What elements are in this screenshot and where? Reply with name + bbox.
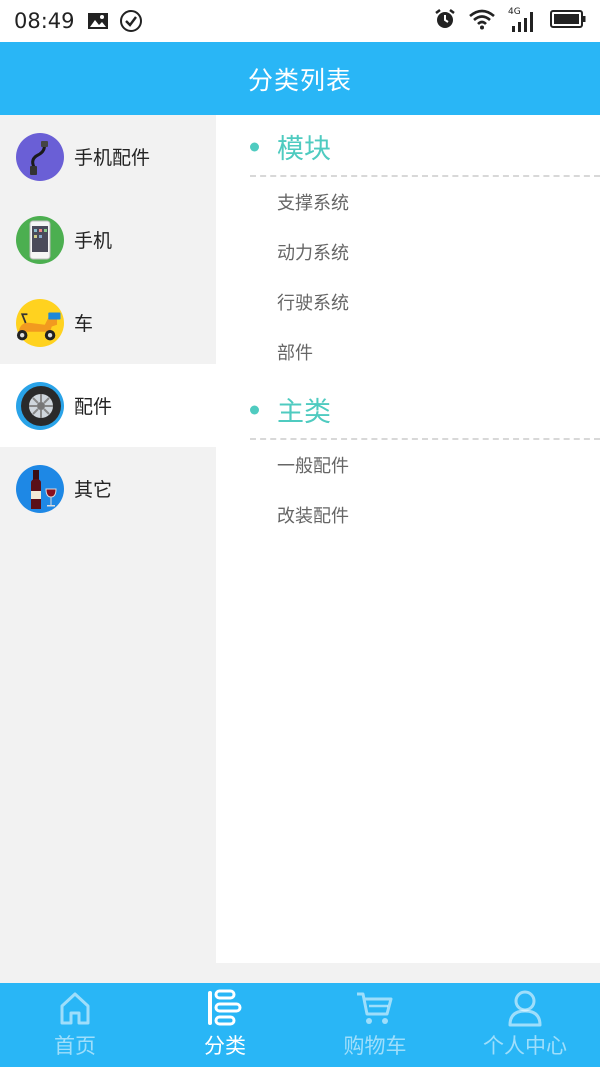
page-title: 分类列表 [247,65,352,95]
subcategory-item[interactable]: 行驶系统 [277,277,600,327]
wifi-icon [468,8,496,34]
section-title: 模块 [277,133,331,165]
nav-label: 首页 [54,1034,96,1058]
nav-profile[interactable]: 个人中心 [450,983,600,1067]
sidebar-item-label: 配件 [74,396,113,418]
cart-icon [355,988,395,1028]
alarm-icon [434,8,456,34]
sidebar-item-phone-accessories[interactable]: 手机配件 [0,115,216,198]
subcategory-list: 支撑系统 动力系统 行驶系统 部件 [250,177,600,377]
image-notification-icon [87,12,109,30]
wine-bottle-icon [16,464,64,513]
smartphone-icon [16,215,64,264]
status-time: 08:49 [14,9,75,33]
bullet-dot [250,142,259,152]
nav-cart[interactable]: 购物车 [300,983,450,1067]
user-icon [507,988,543,1028]
subcategory-panel: 模块 支撑系统 动力系统 行驶系统 部件 主类 一般配件 改装配件 [216,115,600,963]
section-main-types: 主类 一般配件 改装配件 [216,380,600,540]
sidebar-item-label: 其它 [74,479,113,501]
bullet-dot [250,405,259,415]
nav-category[interactable]: 分类 [150,983,300,1067]
network-label: 4G [508,7,521,17]
subcategory-item[interactable]: 支撑系统 [277,177,600,227]
usb-cable-icon [16,132,64,181]
sidebar-item-others[interactable]: 其它 [0,447,216,530]
signal-4g-icon: 4G [508,7,538,33]
scooter-icon [16,298,64,347]
nav-home[interactable]: 首页 [0,983,150,1067]
section-header: 模块 [250,117,600,177]
section-modules: 模块 支撑系统 动力系统 行驶系统 部件 [216,117,600,377]
sidebar-item-phone[interactable]: 手机 [0,198,216,281]
status-bar: 08:49 4G [0,0,600,42]
nav-label: 购物车 [343,1034,407,1058]
bottom-nav: 首页 分类 购物车 个人中心 [0,983,600,1067]
app-header: 分类列表 [0,42,600,115]
sidebar-item-label: 手机配件 [74,147,151,169]
sidebar-item-label: 车 [74,313,94,335]
sidebar-item-parts[interactable]: 配件 [0,364,216,447]
sidebar-item-label: 手机 [74,230,113,252]
subcategory-item[interactable]: 部件 [277,327,600,377]
section-title: 主类 [277,396,331,428]
subcategory-list: 一般配件 改装配件 [250,440,600,540]
section-header: 主类 [250,380,600,440]
tire-icon [16,381,64,430]
nav-label: 分类 [204,1034,246,1058]
battery-icon [550,9,586,33]
home-icon [58,988,92,1028]
subcategory-item[interactable]: 一般配件 [277,440,600,490]
subcategory-item[interactable]: 改装配件 [277,490,600,540]
category-icon [206,988,244,1028]
check-circle-icon [119,9,143,33]
category-sidebar: 手机配件 手机 车 配件 其它 [0,115,216,983]
sidebar-item-vehicle[interactable]: 车 [0,281,216,364]
subcategory-item[interactable]: 动力系统 [277,227,600,277]
nav-label: 个人中心 [483,1034,567,1058]
